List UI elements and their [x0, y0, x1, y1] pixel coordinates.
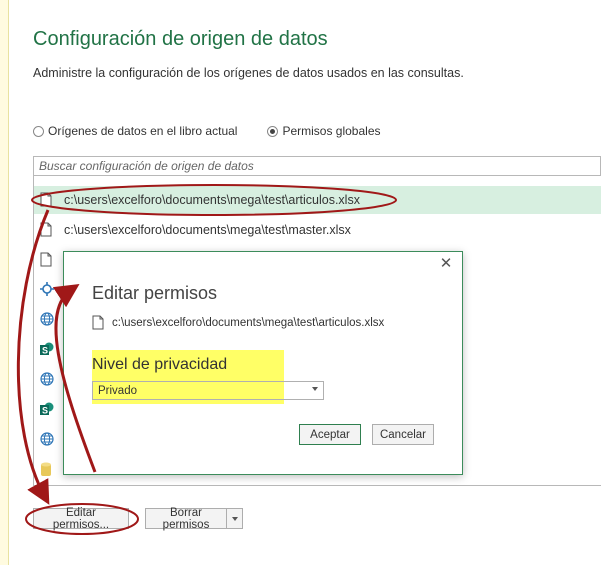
- dialog-title: Configuración de origen de datos: [33, 28, 328, 50]
- radio-global-permissions[interactable]: [267, 125, 279, 137]
- file-icon: [92, 315, 104, 330]
- edit-permissions-dialog: ✕ Editar permisos c:\users\excelforo\doc…: [63, 251, 463, 475]
- accept-button[interactable]: Aceptar: [299, 424, 361, 445]
- svg-text:S: S: [42, 406, 48, 416]
- list-item[interactable]: c:\users\excelforo\documents\mega\test\m…: [34, 216, 601, 244]
- list-item[interactable]: c:\users\excelforo\documents\mega\test\a…: [34, 186, 601, 214]
- chevron-down-icon: [312, 387, 318, 391]
- left-edge-strip: [0, 0, 9, 565]
- privacy-level-value: Privado: [98, 384, 137, 397]
- file-icon: [40, 252, 54, 268]
- clear-permissions-dropdown[interactable]: [227, 508, 243, 529]
- privacy-level-select[interactable]: Privado: [92, 381, 324, 400]
- radio-current-workbook[interactable]: [33, 125, 44, 137]
- globe-icon: [40, 432, 54, 448]
- radio-global-permissions-label[interactable]: Permisos globales: [282, 124, 380, 138]
- file-icon: [40, 192, 54, 208]
- sharepoint-icon: S: [40, 342, 54, 358]
- search-field[interactable]: [33, 156, 601, 176]
- chevron-down-icon: [231, 516, 238, 521]
- globe-icon: [40, 312, 54, 328]
- list-item-label: c:\users\excelforo\documents\mega\test\m…: [64, 223, 351, 237]
- database-icon: [40, 462, 54, 478]
- dialog-description: Administre la configuración de los oríge…: [33, 66, 464, 80]
- edit-dialog-path-text: c:\users\excelforo\documents\mega\test\a…: [112, 316, 385, 329]
- edit-dialog-title: Editar permisos: [92, 283, 218, 303]
- sharepoint-icon: S: [40, 402, 54, 418]
- globe-icon: [40, 372, 54, 388]
- scope-radio-group: Orígenes de datos en el libro actual Per…: [33, 124, 411, 138]
- edit-dialog-path: c:\users\excelforo\documents\mega\test\a…: [92, 315, 384, 330]
- clear-permissions-button[interactable]: Borrar permisos: [145, 507, 227, 531]
- close-icon[interactable]: ✕: [439, 256, 453, 271]
- odata-feed-icon: [40, 282, 54, 298]
- svg-text:S: S: [42, 346, 48, 356]
- cancel-button[interactable]: Cancelar: [372, 424, 434, 445]
- radio-current-workbook-label[interactable]: Orígenes de datos en el libro actual: [48, 124, 237, 138]
- privacy-level-label: Nivel de privacidad: [92, 356, 228, 373]
- edit-permissions-button[interactable]: Editar permisos...: [33, 507, 129, 531]
- search-input[interactable]: [34, 157, 600, 175]
- file-icon: [40, 222, 54, 238]
- list-item-label: c:\users\excelforo\documents\mega\test\a…: [64, 193, 360, 207]
